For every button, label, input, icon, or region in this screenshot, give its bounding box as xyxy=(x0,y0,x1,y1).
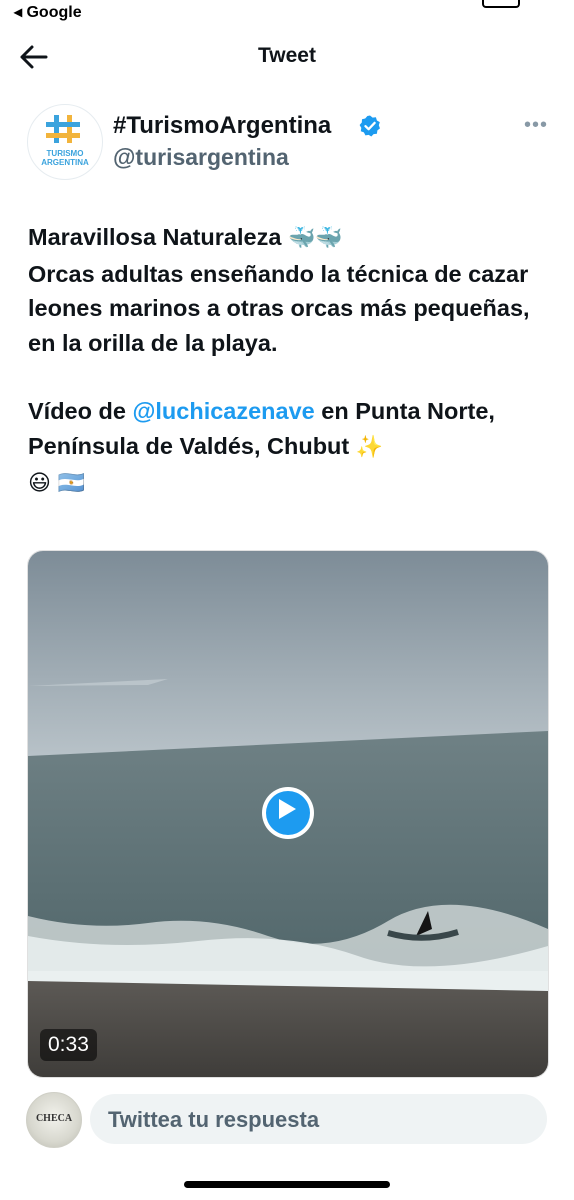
turismo-argentina-logo xyxy=(46,115,80,143)
status-bar: ◂ Google xyxy=(0,0,574,24)
video-player[interactable]: 0:33 xyxy=(27,550,549,1078)
sparkles-emoji: ✨ xyxy=(355,434,384,460)
home-indicator[interactable] xyxy=(184,1181,390,1188)
tweet-text: Maravillosa Naturaleza 🐳🐳 Orcas adultas … xyxy=(28,220,558,502)
avatar[interactable]: TURISMO ARGENTINA xyxy=(27,104,103,180)
reply-placeholder: Twittea tu respuesta xyxy=(108,1107,320,1132)
back-to-app-link[interactable]: ◂ Google xyxy=(14,2,82,22)
tweet-line-1: Maravillosa Naturaleza 🐳🐳 xyxy=(28,224,343,251)
handle[interactable]: @turisargentina xyxy=(113,144,289,171)
verified-badge-icon xyxy=(359,115,380,137)
battery-icon xyxy=(482,0,520,8)
video-duration: 0:33 xyxy=(40,1029,97,1061)
tweet-line-2: Orcas adultas enseñando la técnica de ca… xyxy=(28,260,530,356)
tweet-credit: Vídeo de @luchicazenave en Punta Norte, … xyxy=(28,398,495,496)
whale-emoji: 🐳🐳 xyxy=(287,226,343,251)
reply-input[interactable]: Twittea tu respuesta xyxy=(90,1094,547,1144)
tweet-header: TURISMO ARGENTINA #TurismoArgentina @tur… xyxy=(0,100,574,186)
play-button[interactable] xyxy=(262,787,314,839)
avatar-logo-text: CHECA xyxy=(35,1113,73,1124)
top-nav: Tweet xyxy=(0,30,574,86)
avatar-text: TURISMO ARGENTINA xyxy=(41,149,89,167)
user-avatar[interactable]: CHECA xyxy=(26,1092,82,1148)
display-name[interactable]: #TurismoArgentina xyxy=(113,112,331,140)
play-icon xyxy=(279,799,296,819)
smile-flag-emoji: 😃 🇦🇷 xyxy=(28,471,86,496)
reply-bar: CHECA Twittea tu respuesta xyxy=(0,1086,574,1156)
page-title: Tweet xyxy=(258,44,316,67)
more-options-icon[interactable]: ••• xyxy=(522,114,550,136)
mention-link[interactable]: @luchicazenave xyxy=(132,398,314,424)
